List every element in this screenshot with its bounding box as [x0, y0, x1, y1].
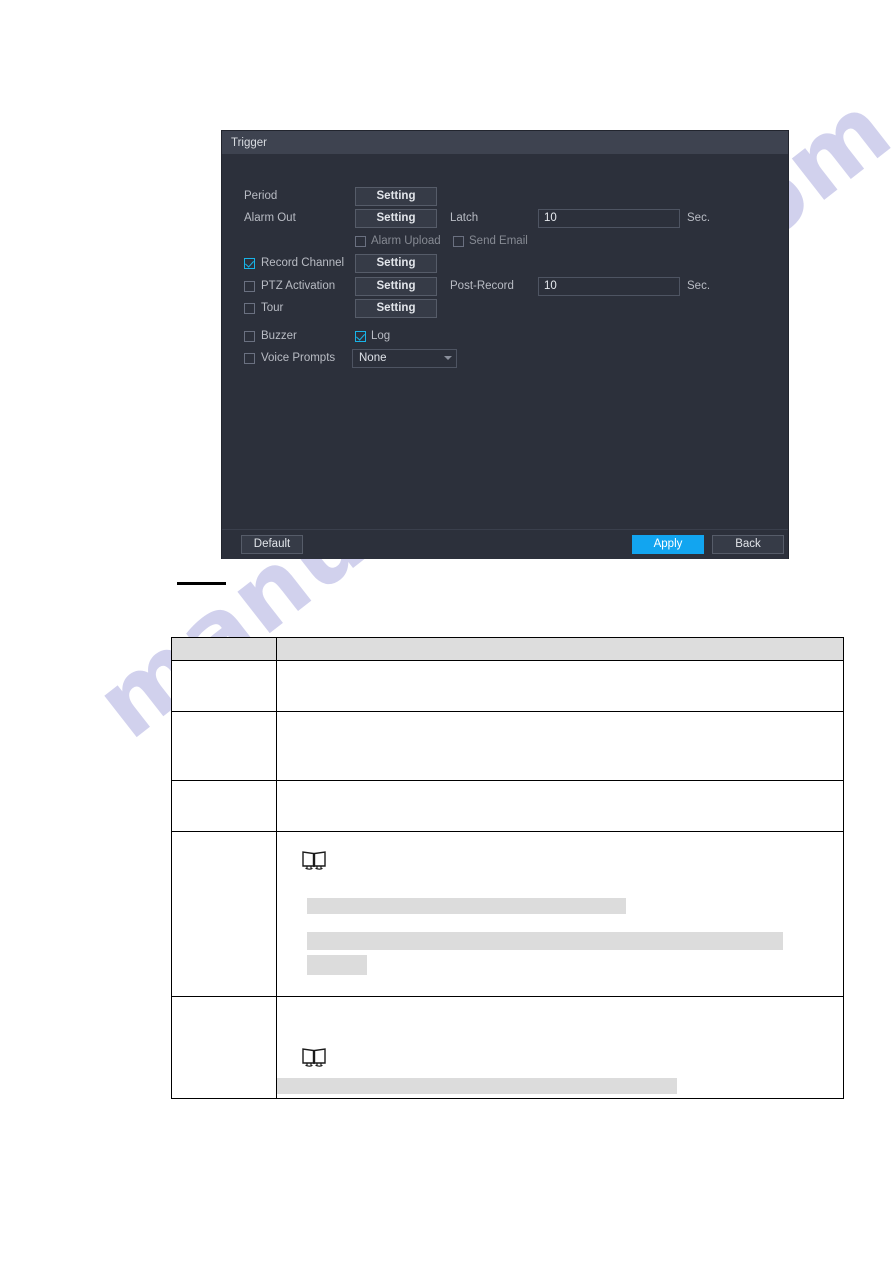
redacted-bar	[307, 898, 626, 914]
post-record-unit: Sec.	[687, 280, 711, 292]
record-channel-setting-button[interactable]: Setting	[355, 253, 437, 273]
period-label-cell: Period	[244, 190, 369, 202]
alarm-upload-label: Alarm Upload	[371, 235, 441, 247]
default-button[interactable]: Default	[241, 535, 303, 554]
table-header-cell-description	[276, 637, 844, 661]
alarm-out-label-cell: Alarm Out	[244, 212, 369, 224]
row-buzzer-log: Buzzer Log	[222, 325, 788, 347]
dialog-titlebar: Trigger	[222, 131, 788, 154]
buzzer-checkbox[interactable]	[244, 330, 255, 342]
table-cell-name	[171, 660, 277, 712]
table-header-cell-name	[171, 637, 277, 661]
log-checkbox-group[interactable]: Log	[355, 330, 390, 342]
caption-underline	[177, 582, 226, 585]
cell-content	[277, 832, 843, 996]
latch-input[interactable]	[538, 208, 680, 228]
tour-setting-button[interactable]: Setting	[355, 298, 437, 318]
period-setting-button[interactable]: Setting	[355, 186, 437, 206]
table-row	[171, 780, 844, 832]
table-cell-description	[276, 996, 844, 1099]
table-cell-description	[276, 711, 844, 781]
row-record-channel: Record Channel Setting	[222, 252, 788, 274]
alarm-upload-checkbox[interactable]	[355, 235, 366, 247]
voice-prompts-label-cell[interactable]: Voice Prompts	[244, 352, 369, 364]
dialog-title: Trigger	[231, 136, 267, 149]
alarm-out-setting-button[interactable]: Setting	[355, 208, 437, 228]
ptz-activation-label-cell[interactable]: PTZ Activation	[244, 280, 369, 292]
cell-content	[277, 781, 843, 831]
ptz-activation-checkbox[interactable]	[244, 280, 255, 292]
table-row	[171, 711, 844, 781]
buzzer-label: Buzzer	[261, 330, 297, 342]
back-button[interactable]: Back	[712, 535, 784, 554]
row-upload-email: Alarm Upload Send Email	[222, 230, 788, 252]
dialog-footer: Default Apply Back	[222, 529, 788, 559]
record-channel-checkbox[interactable]	[244, 257, 255, 269]
latch-label: Latch	[450, 212, 479, 224]
ptz-activation-label: PTZ Activation	[261, 280, 336, 292]
table-header-row	[171, 637, 844, 661]
tour-label-cell[interactable]: Tour	[244, 302, 369, 314]
cell-content	[277, 997, 843, 1098]
send-email-checkbox[interactable]	[453, 235, 464, 247]
latch-unit: Sec.	[687, 212, 711, 224]
redacted-bar	[307, 932, 783, 950]
buzzer-label-cell[interactable]: Buzzer	[244, 330, 369, 342]
row-voice-prompts: Voice Prompts None	[222, 347, 788, 369]
note-book-icon	[301, 1046, 327, 1068]
record-channel-label: Record Channel	[261, 257, 345, 269]
ptz-activation-setting-button[interactable]: Setting	[355, 276, 437, 296]
voice-prompts-selected-value: None	[359, 352, 387, 364]
row-alarm-out: Alarm Out Setting Latch Sec.	[222, 207, 788, 229]
dialog-body: Period Setting Alarm Out Setting Latch S…	[222, 154, 788, 529]
voice-prompts-select[interactable]: None	[352, 348, 457, 368]
voice-prompts-label: Voice Prompts	[261, 352, 336, 364]
note-book-icon	[301, 849, 327, 871]
cell-content	[277, 712, 843, 780]
table-row	[171, 660, 844, 712]
row-period: Period Setting	[222, 185, 788, 207]
cell-content	[277, 661, 843, 711]
post-record-input[interactable]	[538, 276, 680, 296]
chevron-down-icon	[444, 356, 452, 360]
table-cell-description	[276, 660, 844, 712]
apply-button[interactable]: Apply	[632, 535, 704, 554]
voice-prompts-checkbox[interactable]	[244, 352, 255, 364]
post-record-label: Post-Record	[450, 280, 514, 292]
table-cell-name	[171, 780, 277, 832]
table-cell-name	[171, 996, 277, 1099]
table-cell-description	[276, 831, 844, 997]
send-email-label: Send Email	[469, 235, 528, 247]
parameter-description-table	[171, 637, 844, 1099]
table-row	[171, 996, 844, 1099]
trigger-dialog: Trigger Period Setting Alarm Out Setting…	[222, 131, 788, 559]
table-cell-name	[171, 711, 277, 781]
period-label: Period	[244, 190, 278, 202]
table-cell-name	[171, 831, 277, 997]
redacted-bar	[277, 1078, 677, 1094]
redacted-bar	[307, 955, 367, 975]
tour-label: Tour	[261, 302, 284, 314]
table-row	[171, 831, 844, 997]
log-checkbox[interactable]	[355, 330, 366, 342]
row-ptz-activation: PTZ Activation Setting Post-Record Sec.	[222, 275, 788, 297]
log-label: Log	[371, 330, 391, 342]
send-email-checkbox-group[interactable]: Send Email	[453, 235, 528, 247]
record-channel-label-cell[interactable]: Record Channel	[244, 257, 369, 269]
tour-checkbox[interactable]	[244, 302, 255, 314]
alarm-upload-checkbox-group[interactable]: Alarm Upload	[355, 235, 441, 247]
table-cell-description	[276, 780, 844, 832]
alarm-out-label: Alarm Out	[244, 212, 296, 224]
row-tour: Tour Setting	[222, 297, 788, 319]
